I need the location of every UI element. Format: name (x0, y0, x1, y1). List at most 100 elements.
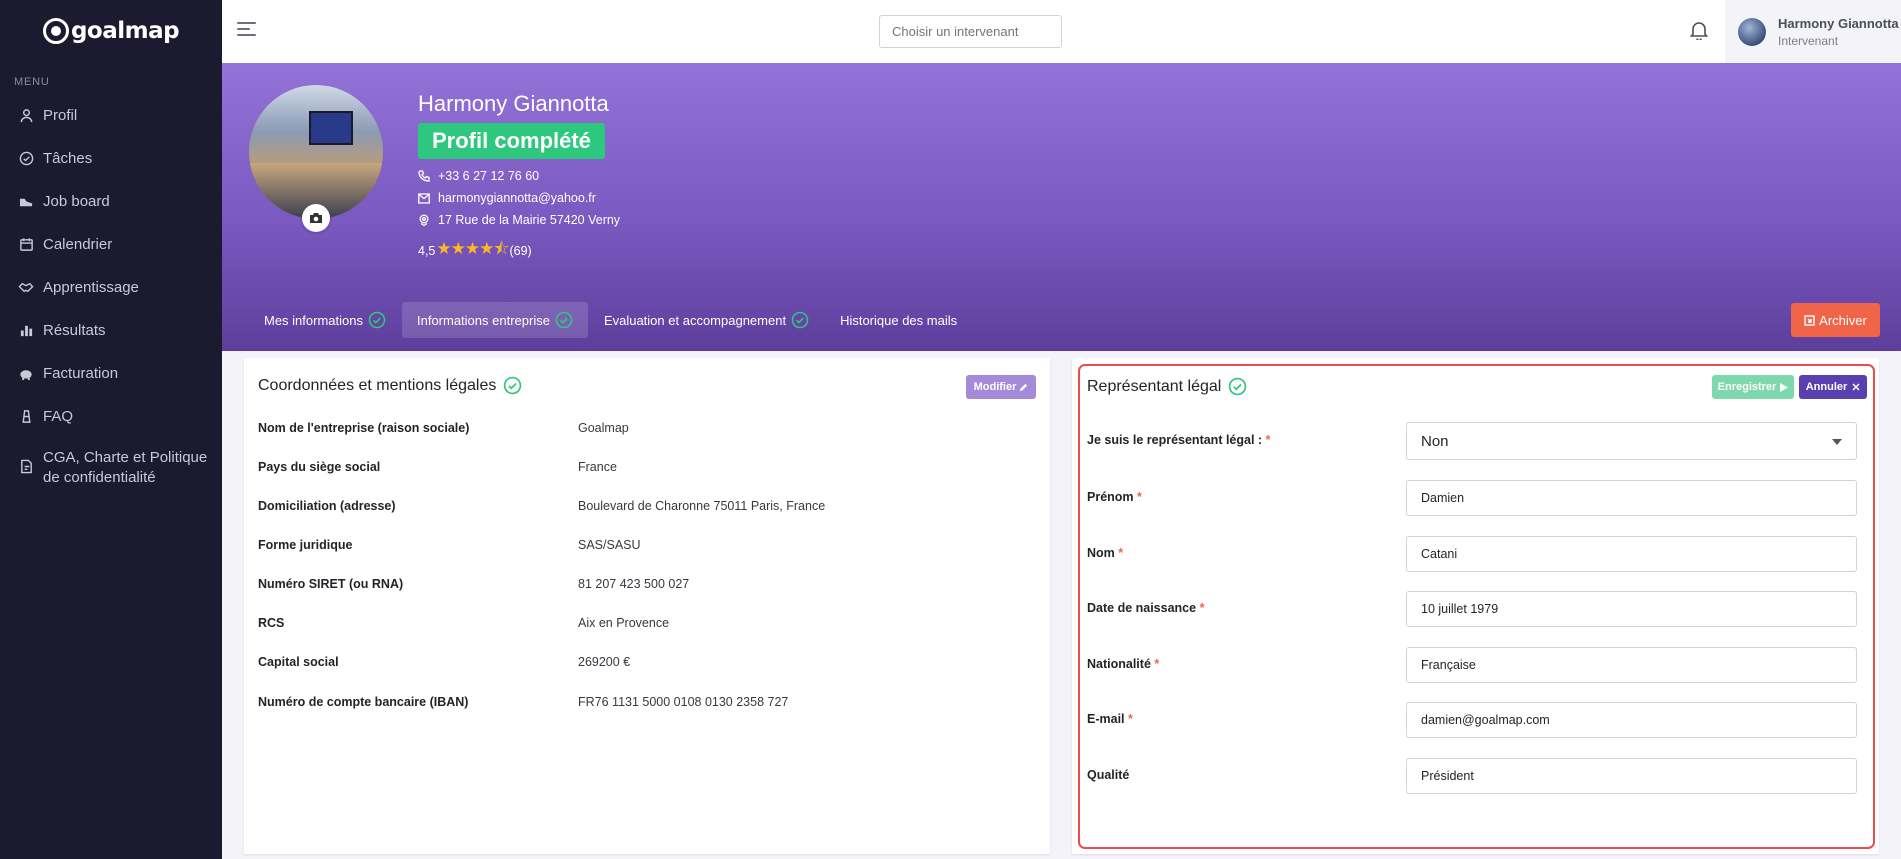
profile-banner: Harmony Giannotta Profil complété +33 6 … (222, 63, 1901, 351)
check-circle-icon (555, 311, 573, 329)
tab-label: Mes informations (264, 312, 363, 328)
info-value: 269200 € (578, 655, 631, 669)
app-logo[interactable]: goalmap (0, 0, 222, 62)
handshake-icon (18, 280, 34, 296)
info-label: Numéro SIRET (ou RNA) (258, 577, 404, 591)
legal-rep-select-label: Je suis le représentant légal : * (1087, 433, 1271, 447)
sidebar-item-resultats[interactable]: Résultats (0, 309, 222, 352)
info-row-legal-form: Forme juridique SAS/SASU (258, 538, 1038, 558)
profile-email: harmonygiannotta@yahoo.fr (418, 191, 596, 205)
document-edit-icon (18, 458, 34, 474)
user-name: Harmony Giannotta (1778, 15, 1899, 31)
hamburger-menu-icon[interactable] (237, 22, 256, 38)
select-value: Non (1421, 432, 1449, 450)
info-row-country: Pays du siège social France (258, 460, 1038, 480)
profile-photo (249, 85, 383, 219)
calendar-icon (18, 237, 34, 253)
sidebar-item-calendrier[interactable]: Calendrier (0, 223, 222, 266)
tab-informations-entreprise[interactable]: Informations entreprise (401, 302, 588, 338)
user-role: Intervenant (1778, 33, 1839, 48)
legal-rep-select[interactable]: Non (1406, 422, 1857, 460)
save-label: Enregistrer (1717, 381, 1777, 393)
tab-label: Evaluation et accompagnement (603, 312, 787, 328)
info-row-company-name: Nom de l'entreprise (raison sociale) Goa… (258, 421, 1038, 441)
avatar (1738, 17, 1766, 46)
firstname-field[interactable] (1406, 480, 1857, 516)
sidebar-item-apprentissage[interactable]: Apprentissage (0, 266, 222, 309)
sidebar-item-label: Job board (43, 193, 110, 210)
sidebar-item-label: Profil (43, 107, 78, 124)
tab-evaluation-accompagnement[interactable]: Evaluation et accompagnement (589, 302, 824, 338)
archive-button[interactable]: Archiver (1791, 303, 1880, 337)
sidebar-item-faq[interactable]: FAQ (0, 395, 222, 438)
mail-icon (418, 192, 430, 204)
email-label: E-mail * (1087, 712, 1133, 726)
sidebar-item-facturation[interactable]: Facturation (0, 352, 222, 395)
profile-name: Harmony Giannotta (418, 91, 609, 116)
field-label-text: Qualité (1087, 768, 1130, 782)
sidebar-item-label: Facturation (43, 365, 119, 382)
email-text: harmonygiannotta@yahoo.fr (438, 191, 596, 205)
info-value: 81 207 423 500 027 (578, 577, 690, 591)
top-bar: Harmony Giannotta Intervenant (222, 0, 1901, 63)
map-pin-icon (419, 214, 429, 226)
lastname-label: Nom * (1087, 546, 1124, 560)
sidebar-item-job-board[interactable]: Job board (0, 180, 222, 223)
intervenant-search-input[interactable] (879, 15, 1062, 48)
sidebar: goalmap MENU Profil Tâches Job board Cal… (0, 0, 222, 859)
sidebar-item-cga[interactable]: CGA, Charte et Politique de confidential… (0, 438, 222, 496)
info-value: France (578, 460, 617, 474)
rating-value: 4,5 (418, 243, 436, 258)
nationality-field[interactable] (1406, 647, 1857, 683)
info-value: SAS/SASU (578, 538, 641, 552)
info-label: Nom de l'entreprise (raison sociale) (258, 421, 470, 435)
tab-mes-informations[interactable]: Mes informations (249, 302, 401, 338)
nationality-label: Nationalité * (1087, 657, 1160, 671)
phone-text: +33 6 27 12 76 60 (438, 169, 540, 183)
field-label-text: Prénom (1087, 490, 1134, 504)
info-label: Capital social (258, 655, 339, 669)
rating: 4,5 ★★★★⯪ (69) (418, 236, 532, 265)
status-badge: Profil complété (418, 123, 605, 159)
check-circle-icon (1229, 377, 1247, 396)
tab-historique-mails[interactable]: Historique des mails (825, 302, 972, 338)
phone-icon (418, 170, 430, 182)
quality-field[interactable] (1406, 758, 1857, 794)
check-circle-icon (18, 151, 34, 167)
sidebar-item-label: Calendrier (43, 236, 113, 253)
info-label: Domiciliation (adresse) (258, 499, 396, 513)
birthdate-field[interactable] (1406, 591, 1857, 627)
info-label: Numéro de compte bancaire (IBAN) (258, 695, 469, 709)
rating-count: (69) (509, 243, 532, 258)
legal-rep-card-title: Représentant légal (1087, 377, 1247, 396)
lastname-field[interactable] (1406, 536, 1857, 572)
camera-icon[interactable] (302, 204, 330, 232)
info-label: Pays du siège social (258, 460, 381, 474)
star-rating-icon: ★★★★⯪ (436, 239, 509, 258)
sidebar-item-label: CGA, Charte et Politique de confidential… (43, 449, 208, 486)
modify-label: Modifier (973, 381, 1017, 393)
profile-address: 17 Rue de la Mairie 57420 Verny (418, 213, 620, 227)
field-label-text: Date de naissance (1087, 601, 1197, 615)
play-icon (1780, 382, 1789, 392)
email-field[interactable] (1406, 702, 1857, 738)
sidebar-item-label: Résultats (43, 322, 106, 339)
check-circle-icon (791, 311, 809, 329)
cancel-button[interactable]: Annuler (1799, 375, 1867, 399)
sidebar-item-label: Tâches (43, 150, 93, 167)
modify-button[interactable]: Modifier (966, 375, 1036, 399)
sidebar-item-profil[interactable]: Profil (0, 94, 222, 137)
goalmap-logo-icon (42, 18, 69, 44)
bell-icon[interactable] (1689, 20, 1710, 42)
info-row-rcs: RCS Aix en Provence (258, 616, 1038, 636)
info-row-siret: Numéro SIRET (ou RNA) 81 207 423 500 027 (258, 577, 1038, 597)
user-menu[interactable]: Harmony Giannotta Intervenant (1725, 0, 1901, 63)
user-icon (18, 108, 34, 124)
profile-tabs: Mes informations Informations entreprise… (249, 302, 973, 338)
save-button[interactable]: Enregistrer (1712, 375, 1794, 399)
chevron-down-icon (1832, 439, 1842, 445)
tab-label: Informations entreprise (416, 312, 550, 328)
sidebar-item-taches[interactable]: Tâches (0, 137, 222, 180)
card-title-text: Coordonnées et mentions légales (258, 376, 497, 394)
firstname-label: Prénom * (1087, 490, 1142, 504)
